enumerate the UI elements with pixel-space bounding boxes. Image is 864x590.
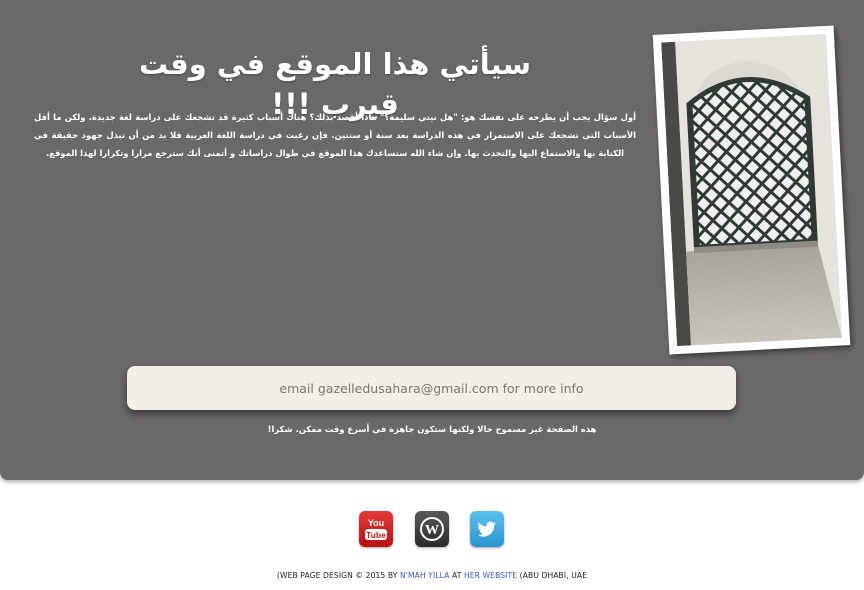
- under-construction-notice: هذه الصفحة غير مسموح حالا ولكنها ستكون ج…: [267, 424, 597, 434]
- svg-text:You: You: [368, 518, 384, 528]
- wordpress-button[interactable]: W: [415, 511, 449, 547]
- footer-credits: (WEB PAGE DESIGN © 2015 BY N'MAH YILLA A…: [0, 571, 864, 580]
- svg-text:W: W: [425, 523, 439, 538]
- svg-text:Tube: Tube: [366, 530, 386, 540]
- window-lattice-image: [661, 33, 842, 347]
- her-website-link[interactable]: HER WEBSITE: [464, 571, 517, 580]
- twitter-button[interactable]: [470, 511, 504, 547]
- email-info-text: email gazelledusahara@gmail.com for more…: [279, 380, 584, 396]
- social-links: You Tube W: [0, 511, 864, 547]
- email-info-box: email gazelledusahara@gmail.com for more…: [127, 366, 736, 410]
- youtube-button[interactable]: You Tube: [359, 511, 393, 547]
- twitter-bird-icon: [477, 521, 496, 537]
- footer-prefix: (WEB PAGE DESIGN © 2015 BY: [276, 571, 401, 580]
- intro-paragraph: أول سؤال يجب أن يطرحه على نفسك هو: "هل ن…: [34, 112, 636, 158]
- window-photo: [661, 33, 842, 347]
- main-panel: سيأتي هذا الموقع في وقت قيرب !!! أول سؤا…: [0, 0, 864, 480]
- youtube-icon: You Tube: [365, 518, 387, 540]
- wordpress-icon: W: [420, 517, 444, 541]
- window-photo-frame: [652, 25, 851, 355]
- footer-middle: AT: [449, 571, 464, 580]
- footer-suffix: (ABU DHABI, UAE: [517, 571, 588, 580]
- author-link[interactable]: N'MAH YILLA: [400, 571, 449, 580]
